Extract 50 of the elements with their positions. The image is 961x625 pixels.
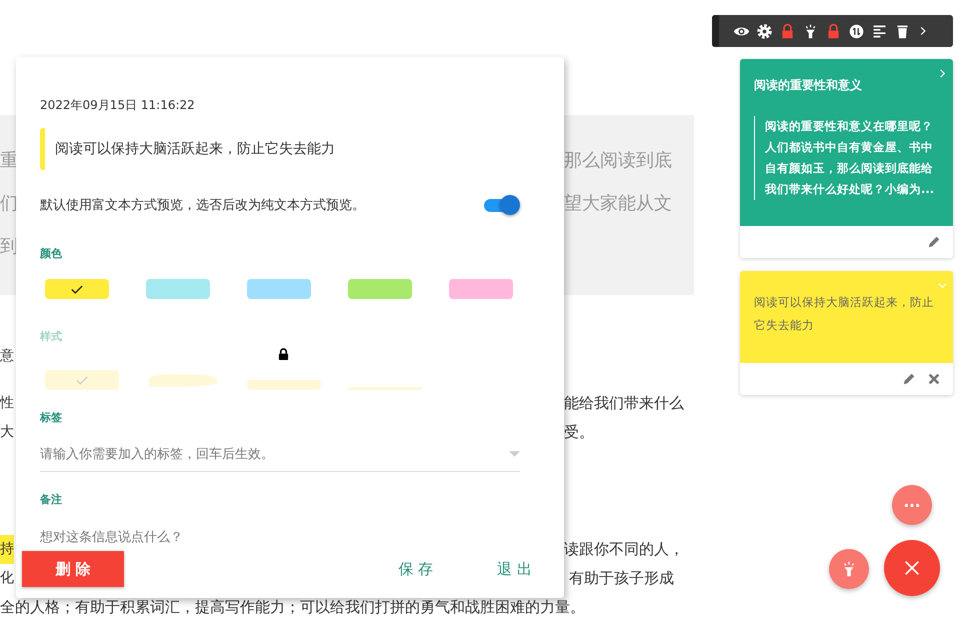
article-text: 大: [0, 423, 14, 442]
section-label: 备注: [40, 492, 63, 507]
article-text: 那么阅读到底: [564, 149, 673, 173]
article-text: 望大家能从文: [564, 192, 673, 216]
article-text: 受。: [564, 422, 595, 443]
section-label: 样式: [40, 329, 63, 344]
color-swatch[interactable]: [146, 279, 210, 299]
card-quote: 阅读的重要性和意义在哪里呢？人们都说书中自有黄金屋、书中自有颜如玉，那么阅读到底能给我们带来什么好处呢？小编为...: [754, 116, 939, 200]
swap-icon[interactable]: [848, 22, 865, 40]
pencil-icon[interactable]: [927, 235, 941, 249]
check-icon: [76, 376, 88, 384]
tag-input-field[interactable]: 请输入你需要加入的标签，回车后生效。: [40, 446, 509, 462]
section-label: 标签: [40, 410, 63, 425]
article-text: 读跟你不同的人，: [564, 539, 685, 560]
save-button[interactable]: 保 存: [390, 554, 442, 584]
article-text: 们: [0, 192, 18, 216]
article-text: 能给我们带来什么: [564, 393, 685, 414]
dropdown-arrow-icon: [509, 451, 520, 457]
toggle-switch[interactable]: [484, 194, 520, 216]
date-text: 2022年09月15日 11:16:22: [40, 97, 196, 114]
exit-button[interactable]: 退 出: [489, 554, 540, 584]
card-text: 阅读可以保持大脑活跃起来，防止它失去能力: [754, 294, 935, 334]
article-text: 性: [0, 394, 14, 413]
article-text: 全的人格；有助于积累词汇，提高写作能力；可以给我们打拼的勇气和战胜困难的力量。: [0, 598, 585, 616]
more-icon: [904, 502, 920, 508]
check-icon: [71, 284, 83, 294]
article-text: 化: [0, 569, 14, 588]
article-text: 重: [0, 149, 18, 173]
align-left-icon[interactable]: [871, 22, 888, 40]
toolbar-handle[interactable]: [712, 15, 719, 47]
highlight-quote: 阅读可以保持大脑活跃起来，防止它失去能力: [40, 128, 520, 170]
close-icon: [903, 559, 921, 577]
close-button[interactable]: [884, 540, 940, 596]
color-swatch[interactable]: [348, 279, 412, 299]
close-icon[interactable]: [927, 372, 941, 386]
delete-button[interactable]: 删 除: [22, 551, 124, 587]
color-swatch[interactable]: [247, 279, 311, 299]
toggle-label: 默认使用富文本方式预览，选否后改为纯文本方式预览。: [40, 197, 365, 214]
color-swatch[interactable]: [449, 279, 513, 299]
more-button[interactable]: [892, 485, 932, 525]
highlighted-text: 持: [0, 535, 14, 564]
article-text: 有助于孩子形成: [568, 568, 675, 589]
section-label: 颜色: [40, 246, 63, 261]
flashlight-button[interactable]: [829, 549, 869, 589]
lock-icon: [278, 348, 289, 361]
card-title: 阅读的重要性和意义: [754, 77, 863, 94]
pencil-icon[interactable]: [902, 372, 916, 386]
color-swatch[interactable]: [45, 279, 109, 299]
article-text: 意: [0, 347, 14, 366]
gear-icon[interactable]: [756, 22, 773, 40]
